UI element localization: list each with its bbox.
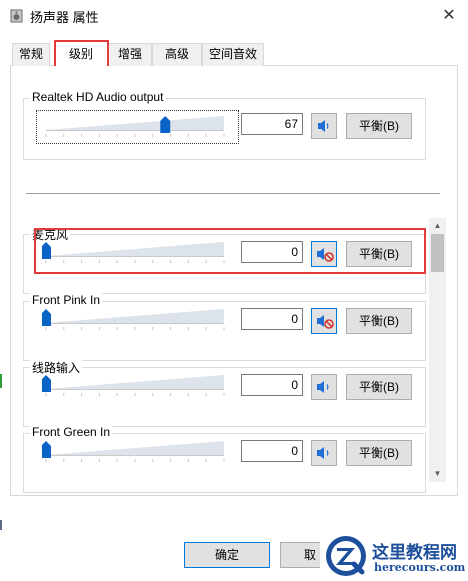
watermark: 这里教程网 herecours.com	[320, 531, 468, 581]
output-volume-slider[interactable]	[42, 112, 228, 140]
slider-thumb	[42, 441, 51, 458]
window-title: 扬声器 属性	[30, 10, 99, 25]
tab-label: 空间音效	[208, 47, 257, 61]
tab-label: 高级	[164, 47, 189, 61]
slider-thumb	[42, 309, 51, 326]
output-level-field[interactable]: 67	[241, 113, 303, 135]
title-bar: 扬声器 属性 ✕	[0, 0, 468, 32]
slider-thumb	[160, 116, 171, 133]
tab-label: 增强	[117, 47, 142, 61]
input-balance-button[interactable]: 平衡(B)	[346, 308, 412, 334]
tab-enhancements[interactable]: 增强	[108, 43, 152, 66]
scroll-thumb[interactable]	[431, 234, 444, 272]
slider-thumb	[42, 375, 51, 392]
tab-general[interactable]: 常规	[12, 43, 50, 66]
input-mute-button[interactable]	[311, 374, 337, 400]
speaker-icon	[317, 381, 329, 393]
edge-artifact	[0, 374, 2, 388]
muted-speaker-icon	[317, 315, 334, 329]
output-mute-button[interactable]	[311, 113, 337, 139]
speaker-icon	[318, 120, 329, 132]
highlight-box	[54, 40, 109, 69]
input-volume-slider[interactable]	[42, 305, 228, 333]
tab-advanced[interactable]: 高级	[152, 43, 202, 66]
scroll-up-icon[interactable]: ▲	[431, 220, 444, 232]
slider-wedge	[46, 309, 224, 323]
watermark-logo-icon	[326, 536, 366, 576]
speaker-icon	[10, 9, 23, 23]
ok-button[interactable]: 确定	[184, 542, 270, 568]
section-divider	[26, 193, 440, 194]
input-mute-button[interactable]	[311, 440, 337, 466]
scroll-down-icon[interactable]: ▼	[431, 468, 444, 480]
input-balance-button[interactable]: 平衡(B)	[346, 374, 412, 400]
edge-artifact	[0, 520, 2, 530]
slider-wedge	[46, 116, 224, 130]
input-volume-slider[interactable]	[42, 437, 228, 465]
watermark-url: herecours.com	[374, 561, 466, 574]
speaker-icon	[317, 447, 329, 459]
slider-wedge	[46, 375, 224, 389]
tab-spatial-sound[interactable]: 空间音效	[202, 43, 264, 66]
slider-wedge	[46, 441, 224, 455]
input-level-field[interactable]: 0	[241, 374, 303, 396]
input-mute-button[interactable]	[311, 308, 337, 334]
input-balance-button[interactable]: 平衡(B)	[346, 440, 412, 466]
output-label: Realtek HD Audio output	[30, 90, 166, 104]
input-volume-slider[interactable]	[42, 371, 228, 399]
watermark-title: 这里教程网	[372, 543, 457, 563]
input-level-field[interactable]: 0	[241, 440, 303, 462]
close-icon: ✕	[442, 7, 456, 24]
highlight-box	[34, 228, 426, 274]
output-balance-button[interactable]: 平衡(B)	[346, 113, 412, 139]
input-level-field[interactable]: 0	[241, 308, 303, 330]
tab-label: 常规	[18, 47, 43, 61]
close-button[interactable]: ✕	[432, 2, 466, 30]
